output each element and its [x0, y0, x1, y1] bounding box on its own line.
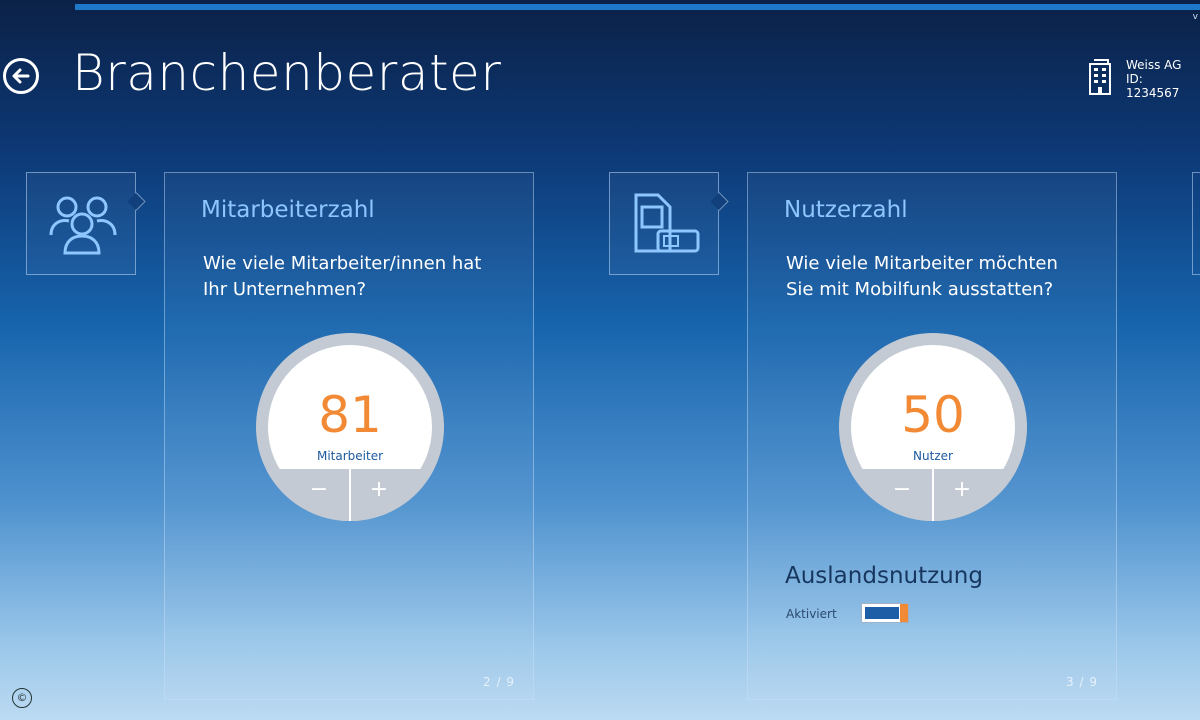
back-button[interactable] [3, 58, 39, 94]
dial-controls: − + [256, 469, 444, 521]
decrement-button[interactable]: − [294, 475, 344, 505]
sim-card-icon [634, 193, 700, 253]
decrement-button[interactable]: − [877, 475, 927, 505]
user-count-value[interactable]: 50 [851, 385, 1015, 445]
customer-info[interactable]: Weiss AG ID: 1234567 [1088, 58, 1200, 100]
page-indicator: 3 / 9 [1066, 675, 1098, 689]
divider [932, 469, 934, 521]
copyright-icon: © [12, 688, 32, 708]
section-title-auslandsnutzung: Auslandsnutzung [785, 563, 983, 589]
card-question: Wie viele Mitarbeiter/innen hat Ihr Unte… [203, 253, 482, 300]
toggle-knob[interactable] [900, 604, 908, 622]
page-title: Branchenberater [72, 44, 502, 102]
employee-count-unit: Mitarbeiter [316, 449, 384, 463]
user-count-dial: 50 Nutzer − + [839, 333, 1027, 521]
employee-count-value[interactable]: 81 [268, 385, 432, 445]
version-label: v [1192, 12, 1198, 22]
user-count-unit: Nutzer [913, 449, 953, 463]
building-icon [1088, 59, 1111, 95]
toggle-label: Aktiviert [786, 607, 837, 621]
next-card-edge[interactable] [1192, 172, 1200, 275]
increment-button[interactable]: + [354, 475, 404, 505]
dial-controls: − + [839, 469, 1027, 521]
arrow-left-icon [12, 68, 30, 84]
card-title: Nutzerzahl [784, 197, 908, 223]
customer-name: Weiss AG [1125, 58, 1182, 72]
people-tile[interactable] [26, 172, 136, 275]
divider [349, 469, 351, 521]
increment-button[interactable]: + [937, 475, 987, 505]
employee-count-dial: 81 Mitarbeiter − + [256, 333, 444, 521]
toggle-track [865, 607, 899, 619]
international-usage-toggle[interactable] [861, 603, 909, 623]
card-nutzerzahl: Nutzerzahl Wie viele Mitarbeiter möchten… [747, 172, 1117, 700]
top-progress-bar [75, 4, 1200, 10]
sim-card-tile[interactable] [609, 172, 719, 275]
customer-id: ID: 1234567 [1125, 72, 1180, 100]
people-icon [49, 196, 117, 255]
card-title: Mitarbeiterzahl [201, 197, 375, 223]
card-question: Wie viele Mitarbeiter möchten Sie mit Mo… [786, 253, 1058, 300]
page-indicator: 2 / 9 [483, 675, 515, 689]
card-mitarbeiterzahl: Mitarbeiterzahl Wie viele Mitarbeiter/in… [164, 172, 534, 700]
